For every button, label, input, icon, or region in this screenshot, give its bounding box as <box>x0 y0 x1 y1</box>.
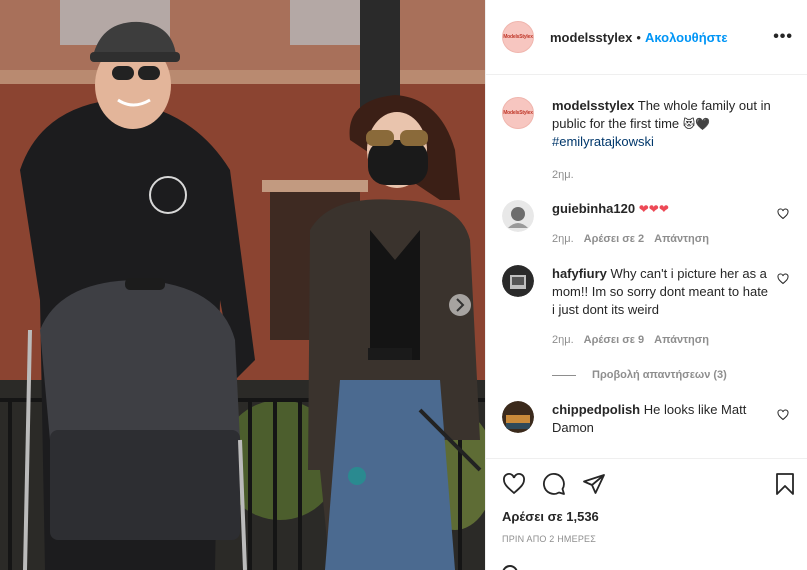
comment-meta: 2ημ. Αρέσει σε 2 Απάντηση <box>552 230 774 248</box>
comment-body: hafyfiury Why can't i picture her as a m… <box>552 265 774 349</box>
author-username[interactable]: modelsstylex <box>550 30 632 45</box>
more-icon[interactable]: ••• <box>773 28 793 46</box>
comment-body: chippedpolish He looks like Matt Damon <box>552 401 774 437</box>
caption-meta: 2ημ. <box>552 166 774 184</box>
caption-avatar[interactable]: ModelsStylex <box>502 97 534 129</box>
comment-item: chippedpolish He looks like Matt Damon <box>502 401 791 437</box>
post-panel: ModelsStylex modelsstylex • Ακολουθήστε … <box>485 0 807 570</box>
comment-username[interactable]: guiebinha120 <box>552 201 635 216</box>
comment-username[interactable]: chippedpolish <box>552 402 640 417</box>
replies-line <box>552 374 576 376</box>
post-date[interactable]: ΠΡΙΝ ΑΠΟ 2 ΗΜΕΡΕΣ <box>502 534 797 544</box>
caption-hashtag[interactable]: #emilyratajkowski <box>552 134 654 149</box>
comments-section[interactable]: ModelsStylex modelsstylex The whole fami… <box>486 75 807 458</box>
comment-likes[interactable]: Αρέσει σε 2 <box>584 230 645 248</box>
caption-username[interactable]: modelsstylex <box>552 98 634 113</box>
comment-icon[interactable] <box>542 472 566 496</box>
post-actions: Αρέσει σε 1,536 ΠΡΙΝ ΑΠΟ 2 ΗΜΕΡΕΣ <box>486 458 807 570</box>
comment-time[interactable]: 2ημ. <box>552 230 574 248</box>
reply-button[interactable]: Απάντηση <box>654 331 709 349</box>
commenter-avatar[interactable] <box>502 401 534 433</box>
post-photo[interactable] <box>0 0 485 570</box>
post-header: ModelsStylex modelsstylex • Ακολουθήστε … <box>486 0 807 75</box>
comment-likes[interactable]: Αρέσει σε 9 <box>584 331 645 349</box>
like-comment-icon[interactable] <box>777 208 789 220</box>
heart-icon[interactable] <box>502 472 526 496</box>
caption-emojis: 😻🖤 <box>682 117 711 131</box>
author-avatar[interactable]: ModelsStylex <box>502 21 534 53</box>
like-comment-icon[interactable] <box>777 273 789 285</box>
view-replies-button[interactable]: Προβολή απαντήσεων (3) <box>552 369 791 381</box>
comment-item: hafyfiury Why can't i picture her as a m… <box>502 265 791 349</box>
avatar-logo-text: ModelsStylex <box>503 34 533 40</box>
share-icon[interactable] <box>582 472 606 496</box>
comment-body: guiebinha120 ❤❤❤ 2ημ. Αρέσει σε 2 Απάντη… <box>552 200 774 248</box>
commenter-avatar[interactable] <box>502 265 534 297</box>
comment-meta: 2ημ. Αρέσει σε 9 Απάντηση <box>552 331 774 349</box>
view-replies-label: Προβολή απαντήσεων (3) <box>592 369 727 381</box>
comment-username[interactable]: hafyfiury <box>552 266 607 281</box>
reply-button[interactable]: Απάντηση <box>654 230 709 248</box>
caption: ModelsStylex modelsstylex The whole fami… <box>502 97 791 184</box>
caption-time[interactable]: 2ημ. <box>552 166 574 184</box>
emoji-icon[interactable] <box>502 565 518 570</box>
likes-count[interactable]: Αρέσει σε 1,536 <box>502 509 797 524</box>
action-bar <box>502 459 797 509</box>
caption-body: modelsstylex The whole family out in pub… <box>552 97 774 184</box>
bookmark-icon[interactable] <box>773 472 797 496</box>
like-comment-icon[interactable] <box>777 409 789 421</box>
avatar-logo-text: ModelsStylex <box>503 110 533 116</box>
comment-time[interactable]: 2ημ. <box>552 331 574 349</box>
comment-item: guiebinha120 ❤❤❤ 2ημ. Αρέσει σε 2 Απάντη… <box>502 200 791 248</box>
separator-dot: • <box>636 29 641 45</box>
red-hearts: ❤❤❤ <box>638 202 669 216</box>
commenter-avatar[interactable] <box>502 200 534 232</box>
follow-button[interactable]: Ακολουθήστε <box>645 30 728 45</box>
